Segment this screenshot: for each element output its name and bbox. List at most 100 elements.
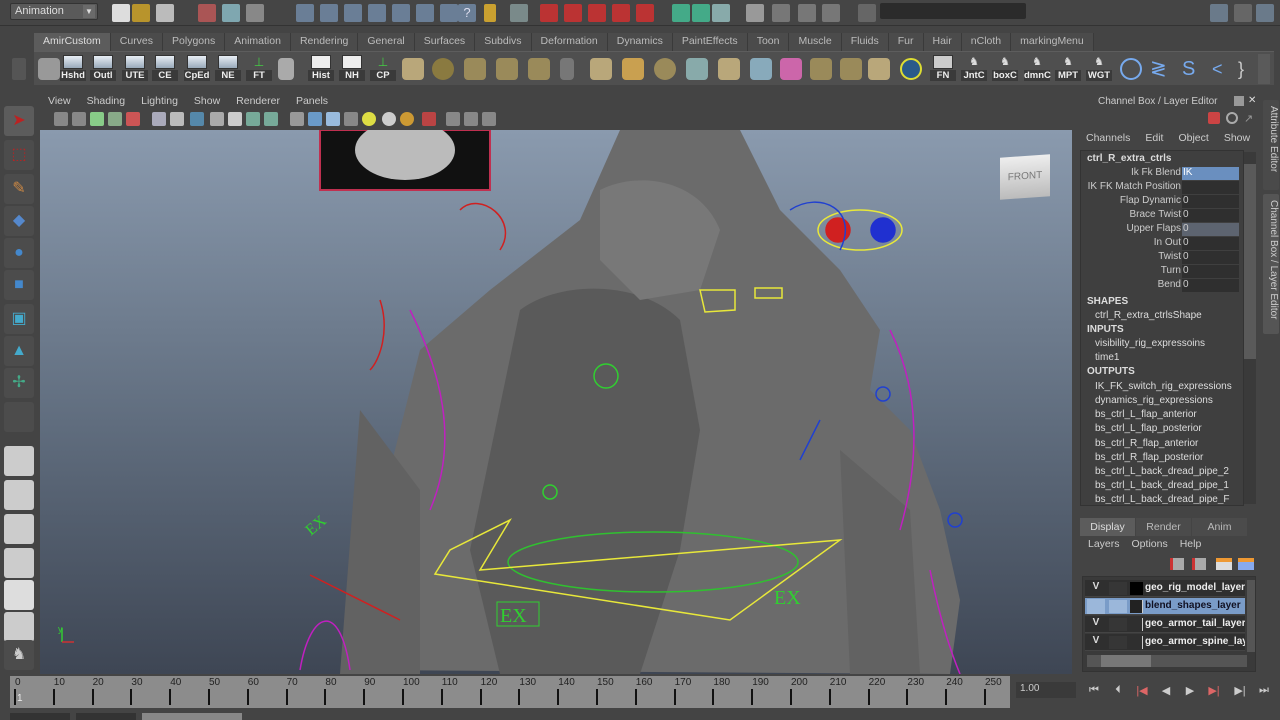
- default-light-icon[interactable]: [362, 112, 376, 126]
- shelf-button-dmnc[interactable]: ♞ dmnC: [1024, 55, 1051, 83]
- layout-persp-outliner-icon[interactable]: [4, 514, 34, 544]
- isolate-select-icon[interactable]: [422, 112, 436, 126]
- shelf-button-outl[interactable]: Outl: [90, 55, 116, 83]
- step-forward-frame-button[interactable]: ▶|: [1206, 684, 1222, 698]
- menu-object[interactable]: Object: [1178, 132, 1208, 144]
- view-cube[interactable]: FRONT: [1000, 154, 1050, 200]
- shelf-button-mpt[interactable]: ♞ MPT: [1055, 55, 1081, 83]
- penguin-icon[interactable]: ♞: [4, 640, 34, 670]
- output-node[interactable]: dynamics_rig_expressions: [1095, 395, 1213, 406]
- shelf-tab-painteffects[interactable]: PaintEffects: [672, 33, 748, 51]
- grid-icon[interactable]: [152, 112, 166, 126]
- textured-icon[interactable]: [344, 112, 358, 126]
- 2d-pan-icon[interactable]: [126, 112, 140, 126]
- show-channel-box-icon[interactable]: [1256, 4, 1274, 22]
- shelf-button-wgt[interactable]: ♞ WGT: [1086, 55, 1112, 83]
- new-layer-icon[interactable]: [1170, 558, 1184, 570]
- last-tool-icon[interactable]: [4, 402, 34, 432]
- output-node[interactable]: bs_ctrl_L_flap_posterior: [1095, 423, 1202, 434]
- layer-remove-icon[interactable]: [1238, 558, 1254, 570]
- shadows-icon[interactable]: [400, 112, 414, 126]
- shelf-button-fn[interactable]: FN: [930, 55, 956, 83]
- new-scene-icon[interactable]: [112, 4, 130, 22]
- layout-persp-graph-icon[interactable]: [4, 548, 34, 578]
- shelf-tab-ncloth[interactable]: nCloth: [961, 33, 1012, 51]
- shelf-tab-muscle[interactable]: Muscle: [789, 33, 842, 51]
- s-curve-icon[interactable]: ≷: [1150, 58, 1172, 80]
- shelf-tab-dynamics[interactable]: Dynamics: [607, 33, 673, 51]
- all-lights-icon[interactable]: [382, 112, 396, 126]
- safe-action-icon[interactable]: [246, 112, 260, 126]
- shape-node[interactable]: ctrl_R_extra_ctrlsShape: [1095, 310, 1202, 321]
- output-node[interactable]: bs_ctrl_L_back_dread_pipe_F: [1095, 494, 1230, 504]
- arrow-icon[interactable]: ↗: [1244, 112, 1253, 125]
- quick-input-field[interactable]: [880, 3, 1026, 19]
- attr-in-out[interactable]: In Out 0: [1081, 237, 1239, 251]
- menu-lighting[interactable]: Lighting: [133, 94, 186, 110]
- shelf-button-cp[interactable]: ⊥ CP: [370, 55, 396, 83]
- channel-box-scrollbar[interactable]: [1244, 152, 1256, 504]
- layer-add-icon[interactable]: [1216, 558, 1232, 570]
- shelf-tab-subdivs[interactable]: Subdivs: [475, 33, 532, 51]
- tab-render[interactable]: Render: [1136, 518, 1191, 536]
- snap-component-icon[interactable]: [440, 4, 458, 22]
- output-node[interactable]: bs_ctrl_R_flap_posterior: [1095, 452, 1203, 463]
- shelf-scrollbar[interactable]: [1258, 54, 1270, 84]
- rotate-tool-icon[interactable]: ●: [4, 238, 34, 268]
- penguin-script-icon[interactable]: [278, 58, 294, 80]
- wireframe-icon[interactable]: [290, 112, 304, 126]
- field-chart-icon[interactable]: [228, 112, 242, 126]
- layer-row[interactable]: Vgeo_armor_spine_layer: [1085, 634, 1245, 651]
- output-node[interactable]: bs_ctrl_R_flap_anterior: [1095, 438, 1198, 449]
- render-settings-icon[interactable]: [822, 4, 840, 22]
- shelf-button-nh[interactable]: NH: [339, 55, 365, 83]
- shelf-button-hist[interactable]: Hist: [308, 55, 334, 83]
- scale-tool-icon[interactable]: ■: [4, 270, 34, 300]
- resolution-gate-icon[interactable]: [190, 112, 204, 126]
- close-icon[interactable]: ✕: [1248, 96, 1258, 106]
- layer-row[interactable]: Vgeo_rig_model_layer: [1085, 580, 1245, 597]
- ep-curve-icon[interactable]: S: [1182, 58, 1204, 80]
- share-icon[interactable]: [482, 112, 496, 126]
- attr-bend[interactable]: Bend 0: [1081, 279, 1239, 293]
- shelf-button-jntc[interactable]: ♞ JntC: [961, 55, 987, 83]
- shelf-tab-fur[interactable]: Fur: [888, 33, 924, 51]
- step-back-key-button[interactable]: ⏴: [1110, 684, 1126, 698]
- film-gate-icon[interactable]: [170, 112, 184, 126]
- shelf-tab-toon[interactable]: Toon: [747, 33, 790, 51]
- range-slider[interactable]: [0, 711, 1280, 720]
- shelf-tab-fluids[interactable]: Fluids: [841, 33, 889, 51]
- tab-anim[interactable]: Anim: [1192, 518, 1247, 536]
- soft-modification-icon[interactable]: ▲: [4, 336, 34, 366]
- output-ops-icon[interactable]: [692, 4, 710, 22]
- render-view-icon[interactable]: [712, 4, 730, 22]
- save-scene-icon[interactable]: [156, 4, 174, 22]
- shelf-tab-rendering[interactable]: Rendering: [290, 33, 359, 51]
- attr-turn[interactable]: Turn 0: [1081, 265, 1239, 279]
- time-slider[interactable]: 0 10 20 30 40 50 60 70 80 90 100 110 120 130 140 150 160…: [10, 676, 1010, 708]
- select-tool-icon[interactable]: ➤: [4, 106, 34, 136]
- shelf-tab-surfaces[interactable]: Surfaces: [414, 33, 476, 51]
- quick-select-icon[interactable]: [858, 4, 876, 22]
- menu-renderer[interactable]: Renderer: [228, 94, 288, 110]
- layer-row[interactable]: Vgeo_armor_tail_layer: [1085, 616, 1245, 633]
- move-tool-icon[interactable]: ◆: [4, 206, 34, 236]
- bend-icon[interactable]: [590, 58, 612, 80]
- shelf-button-boxc[interactable]: ♞ boxC: [992, 55, 1018, 83]
- safe-title-icon[interactable]: [264, 112, 278, 126]
- current-time-field[interactable]: 1.00: [1016, 682, 1076, 698]
- lattice-icon[interactable]: [496, 58, 518, 80]
- step-back-frame-button[interactable]: |◀: [1134, 684, 1150, 698]
- input-node[interactable]: visibility_rig_expressoins: [1095, 338, 1205, 349]
- shelf-button-ft[interactable]: ⊥ FT: [246, 55, 272, 83]
- construction-history-icon[interactable]: [540, 4, 558, 22]
- speed-icon[interactable]: [1226, 112, 1238, 124]
- bracket-curve-icon[interactable]: }: [1238, 58, 1260, 80]
- magnet-curve-icon[interactable]: [588, 4, 606, 22]
- layer-vertical-scrollbar[interactable]: [1247, 580, 1255, 652]
- ipr-render-icon[interactable]: [798, 4, 816, 22]
- manipulator-icon[interactable]: [1208, 112, 1220, 124]
- menu-show[interactable]: Show: [186, 94, 228, 110]
- menu-layers[interactable]: Layers: [1088, 538, 1120, 550]
- selection-mask-icon[interactable]: [510, 4, 528, 22]
